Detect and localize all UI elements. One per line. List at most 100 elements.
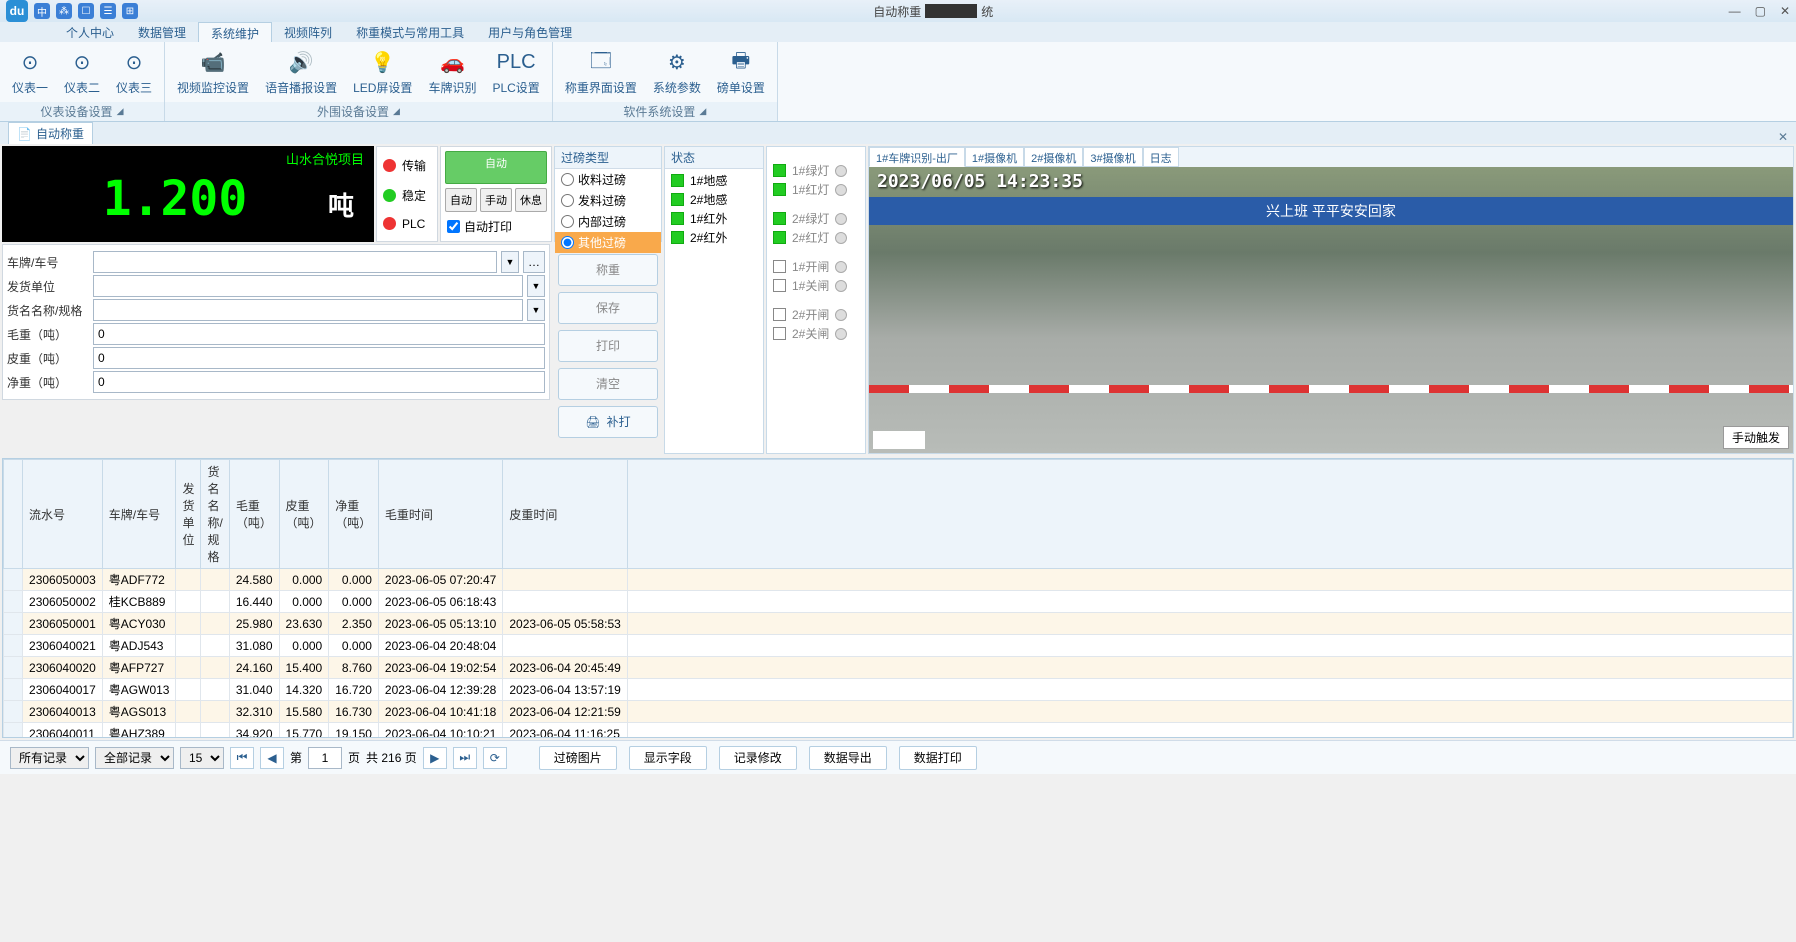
gate-1#红灯[interactable] (773, 183, 786, 196)
pagesize-select[interactable]: 15 (180, 747, 224, 769)
ribbon-视频监控设置[interactable]: 📹视频监控设置 (171, 47, 255, 98)
gate-2#关闸[interactable] (773, 327, 786, 340)
ribbon-称重界面设置[interactable]: 🗔称重界面设置 (559, 47, 643, 98)
titlebar: du 中 ⁂ ☐ ☰ ⊞ 自动称重统 — ▢ ✕ (0, 0, 1796, 22)
camera-banner: 兴上班 平平安安回家 (869, 197, 1793, 225)
camera-tab-4[interactable]: 日志 (1143, 147, 1179, 167)
gate-2#红灯[interactable] (773, 231, 786, 244)
filter-1-select[interactable]: 所有记录 (10, 747, 89, 769)
qa-icon-2[interactable]: ⁂ (56, 3, 72, 19)
camera-tab-2[interactable]: 2#摄像机 (1024, 147, 1083, 167)
refresh-button[interactable]: ⟳ (483, 747, 507, 769)
tare-input[interactable] (93, 347, 545, 369)
prev-page-button[interactable]: ◀ (260, 747, 284, 769)
table-row[interactable]: 2306050002桂KCB88916.4400.0000.0002023-06… (4, 591, 1793, 613)
first-page-button[interactable]: ⏮ (230, 747, 254, 769)
records-grid[interactable]: 流水号车牌/车号发货单位货名名称/规格毛重（吨）皮重（吨）净重（吨）毛重时间皮重… (2, 458, 1794, 738)
autoprint-checkbox[interactable]: 自动打印 (445, 216, 547, 237)
ribbon-车牌识别[interactable]: 🚗车牌识别 (422, 47, 482, 98)
mode-panel: 自动 自动 手动 休息 自动打印 (440, 146, 552, 242)
net-input[interactable] (93, 371, 545, 393)
menutab-5[interactable]: 用户与角色管理 (476, 22, 584, 42)
plate-dropdown[interactable]: ▼ (501, 251, 519, 273)
weigh-type-1[interactable]: 发料过磅 (555, 190, 661, 211)
qa-icon-3[interactable]: ☐ (78, 3, 94, 19)
gross-input[interactable] (93, 323, 545, 345)
ribbon-icon: PLC (502, 49, 530, 77)
mode-auto-btn[interactable]: 自动 (445, 188, 477, 212)
ribbon-仪表二[interactable]: ⊙仪表二 (58, 47, 106, 98)
ribbon-仪表一[interactable]: ⊙仪表一 (6, 47, 54, 98)
table-row[interactable]: 2306040021粤ADJ54331.0800.0000.0002023-06… (4, 635, 1793, 657)
camera-view: 2023/06/05 14:23:35 兴上班 平平安安回家 手动触发 (869, 167, 1793, 453)
close-icon[interactable]: ✕ (1780, 4, 1790, 18)
ribbon-LED屏设置[interactable]: 💡LED屏设置 (347, 47, 418, 98)
subtab-close-icon[interactable]: ✕ (1770, 130, 1796, 144)
mode-manual-btn[interactable]: 手动 (480, 188, 512, 212)
status-2#红外 (671, 231, 684, 244)
gate-2#绿灯[interactable] (773, 212, 786, 225)
reprint-button[interactable]: 🖨补打 (558, 406, 658, 438)
ribbon-仪表三[interactable]: ⊙仪表三 (110, 47, 158, 98)
ribbon-系统参数[interactable]: ⚙系统参数 (647, 47, 707, 98)
table-row[interactable]: 2306050003粤ADF77224.5800.0000.0002023-06… (4, 569, 1793, 591)
clear-button[interactable]: 清空 (558, 368, 658, 400)
table-row[interactable]: 2306040020粤AFP72724.16015.4008.7602023-0… (4, 657, 1793, 679)
gate-1#开闸[interactable] (773, 260, 786, 273)
menutab-0[interactable]: 个人中心 (54, 22, 126, 42)
minimize-icon[interactable]: — (1729, 4, 1741, 18)
menutab-1[interactable]: 数据管理 (126, 22, 198, 42)
status-2#地感 (671, 193, 684, 206)
last-page-button[interactable]: ⏭ (453, 747, 477, 769)
footer-btn-过磅图片[interactable]: 过磅图片 (539, 746, 617, 770)
manual-trigger-button[interactable]: 手动触发 (1723, 426, 1789, 449)
mode-auto-big[interactable]: 自动 (445, 151, 547, 184)
ribbon-PLC设置[interactable]: PLCPLC设置 (486, 47, 545, 98)
next-page-button[interactable]: ▶ (423, 747, 447, 769)
footer-btn-记录修改[interactable]: 记录修改 (719, 746, 797, 770)
filter-2-select[interactable]: 全部记录 (95, 747, 174, 769)
page-input[interactable] (308, 747, 342, 769)
weigh-type-2[interactable]: 内部过磅 (555, 211, 661, 232)
print-button[interactable]: 打印 (558, 330, 658, 362)
gate-arm (869, 385, 1793, 393)
gate-2#开闸[interactable] (773, 308, 786, 321)
menutab-3[interactable]: 视频阵列 (272, 22, 344, 42)
save-button[interactable]: 保存 (558, 292, 658, 324)
qa-icon-5[interactable]: ⊞ (122, 3, 138, 19)
ribbon-磅单设置[interactable]: 🖶磅单设置 (711, 47, 771, 98)
table-row[interactable]: 2306050001粤ACY03025.98023.6302.3502023-0… (4, 613, 1793, 635)
reprint-icon: 🖨 (585, 407, 600, 437)
footer-btn-数据导出[interactable]: 数据导出 (809, 746, 887, 770)
menutab-2[interactable]: 系统维护 (198, 22, 272, 42)
plate-browse[interactable]: … (523, 251, 545, 273)
qa-icon-4[interactable]: ☰ (100, 3, 116, 19)
footer-btn-显示字段[interactable]: 显示字段 (629, 746, 707, 770)
maximize-icon[interactable]: ▢ (1755, 4, 1766, 18)
mode-rest-btn[interactable]: 休息 (515, 188, 547, 212)
camera-panel: 1#车牌识别-出厂1#摄像机2#摄像机3#摄像机日志 2023/06/05 14… (868, 146, 1794, 454)
weigh-type-0[interactable]: 收料过磅 (555, 169, 661, 190)
camera-tab-0[interactable]: 1#车牌识别-出厂 (869, 147, 965, 167)
gate-1#绿灯[interactable] (773, 164, 786, 177)
sender-input[interactable] (93, 275, 523, 297)
goods-input[interactable] (93, 299, 523, 321)
goods-dropdown[interactable]: ▼ (527, 299, 545, 321)
table-row[interactable]: 2306040017粤AGW01331.04014.32016.7202023-… (4, 679, 1793, 701)
table-row[interactable]: 2306040013粤AGS01332.31015.58016.7302023-… (4, 701, 1793, 723)
table-row[interactable]: 2306040011粤AHZ38934.92015.77019.1502023-… (4, 723, 1793, 739)
footer-bar: 所有记录 全部记录 15 ⏮ ◀ 第 页 共 216 页 ▶ ⏭ ⟳ 过磅图片显… (0, 740, 1796, 774)
ribbon-语音播报设置[interactable]: 🔊语音播报设置 (259, 47, 343, 98)
camera-tab-1[interactable]: 1#摄像机 (965, 147, 1024, 167)
form-panel: 车牌/车号▼…发货单位▼货名名称/规格▼毛重（吨）皮重（吨）净重（吨） (2, 244, 550, 400)
camera-tab-3[interactable]: 3#摄像机 (1083, 147, 1142, 167)
sender-dropdown[interactable]: ▼ (527, 275, 545, 297)
menutab-4[interactable]: 称重模式与常用工具 (344, 22, 476, 42)
footer-btn-数据打印[interactable]: 数据打印 (899, 746, 977, 770)
qa-lang-icon[interactable]: 中 (34, 3, 50, 19)
subtab-autoweigh[interactable]: 📄 自动称重 (8, 122, 93, 144)
gate-1#关闸[interactable] (773, 279, 786, 292)
weigh-button[interactable]: 称重 (558, 254, 658, 286)
plate-input[interactable] (93, 251, 497, 273)
ribbon-icon: 🚗 (438, 49, 466, 77)
